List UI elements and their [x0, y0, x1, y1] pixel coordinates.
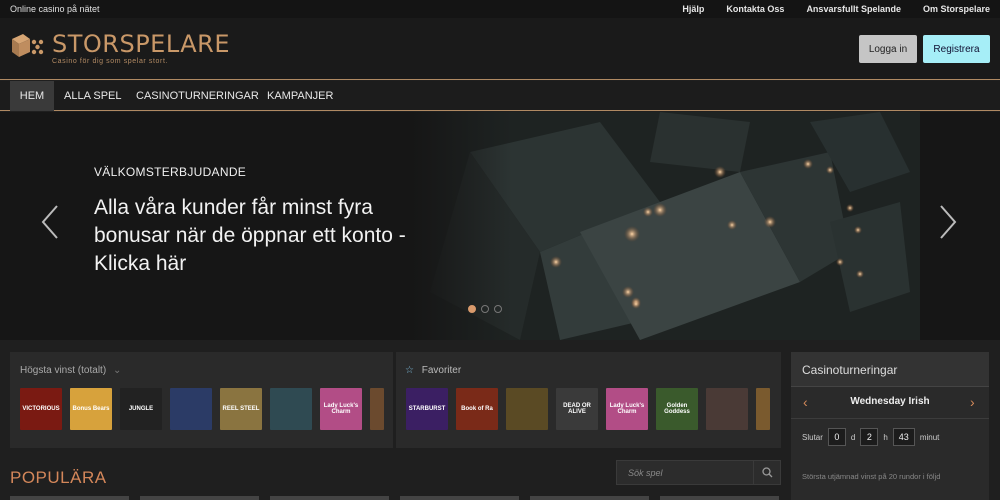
- minutes-unit: minut: [919, 432, 940, 442]
- hero-title[interactable]: Alla våra kunder får minst fyra bonusar …: [94, 194, 414, 278]
- tournament-widget-title: Casinoturneringar: [791, 352, 989, 387]
- nav-item-home[interactable]: HEM: [10, 81, 54, 111]
- chevron-right-icon[interactable]: ›: [970, 394, 975, 410]
- top-wins-title-text: Högsta vinst (totalt): [20, 365, 107, 376]
- top-wins-games: VICTORIOUS Bonus Bears JUNGLE REEL STEEL Lad…: [20, 388, 384, 430]
- favorites-panel: ☆ Favoriter STARBURST Book of Ra DEAD OR A…: [396, 352, 781, 448]
- chevron-right-icon[interactable]: [938, 204, 958, 240]
- carousel-dots: [468, 305, 502, 313]
- game-tile-edge: [660, 496, 779, 500]
- site-tagline: Online casino på nätet: [10, 4, 100, 14]
- top-links: Hjälp Kontakta Oss Ansvarsfullt Spelande…: [660, 4, 990, 14]
- search-input[interactable]: [617, 461, 753, 484]
- game-thumbnail[interactable]: [706, 388, 748, 430]
- search-icon[interactable]: [753, 461, 781, 484]
- about-link[interactable]: Om Storspelare: [923, 4, 990, 14]
- carousel-dot-1[interactable]: [468, 305, 476, 313]
- hours-unit: h: [883, 432, 888, 442]
- tournament-widget: Casinoturneringar ‹ Wednesday Irish › Sl…: [791, 352, 989, 500]
- logo-tagline: Casino för dig som spelar stort.: [52, 58, 169, 65]
- carousel-dot-2[interactable]: [481, 305, 489, 313]
- days-unit: d: [850, 432, 856, 442]
- game-thumbnail[interactable]: DEAD OR ALIVE: [556, 388, 598, 430]
- game-tile-edge: [270, 496, 389, 500]
- hero-kicker: VÄLKOMSTERBJUDANDE: [94, 165, 247, 179]
- nav-item-all-games[interactable]: ALLA SPEL: [64, 81, 122, 111]
- carousel-dot-3[interactable]: [494, 305, 502, 313]
- favorites-title: ☆ Favoriter: [405, 365, 461, 376]
- nav-item-tournaments[interactable]: CASINOTURNERINGAR: [136, 81, 259, 111]
- favorites-title-text: Favoriter: [421, 365, 462, 376]
- chevron-down-icon[interactable]: ⌄: [113, 365, 121, 376]
- game-thumbnail[interactable]: VICTORIOUS: [20, 388, 62, 430]
- dice-logo-icon[interactable]: [10, 30, 46, 60]
- top-wins-panel: Högsta vinst (totalt) ⌄ VICTORIOUS Bonus …: [10, 352, 393, 448]
- contact-link[interactable]: Kontakta Oss: [726, 4, 784, 14]
- game-thumbnail[interactable]: Golden Goddess: [656, 388, 698, 430]
- star-icon: ☆: [405, 365, 414, 376]
- game-thumbnail[interactable]: [756, 388, 770, 430]
- countdown-hours: 2: [860, 428, 879, 446]
- nav-item-campaigns[interactable]: KAMPANJER: [267, 81, 333, 111]
- game-thumbnail[interactable]: [270, 388, 312, 430]
- login-button[interactable]: Logga in: [859, 35, 917, 63]
- game-thumbnail[interactable]: REEL STEEL: [220, 388, 262, 430]
- game-search: [616, 460, 781, 485]
- responsible-gaming-link[interactable]: Ansvarsfullt Spelande: [806, 4, 901, 14]
- game-thumbnail[interactable]: Book of Ra: [456, 388, 498, 430]
- game-tile-edge: [10, 496, 129, 500]
- game-tile-edge: [530, 496, 649, 500]
- site-header: STORSPELARE Casino för dig som spelar st…: [0, 18, 1000, 80]
- tournament-countdown: Slutar 0 d 2 h 43 minut: [802, 428, 939, 446]
- countdown-minutes: 43: [892, 428, 915, 446]
- popular-heading: POPULÄRA: [10, 468, 107, 487]
- game-thumbnail[interactable]: JUNGLE: [120, 388, 162, 430]
- game-thumbnail[interactable]: [506, 388, 548, 430]
- logo-wordmark[interactable]: STORSPELARE: [52, 30, 230, 58]
- top-wins-title: Högsta vinst (totalt) ⌄: [20, 365, 121, 376]
- game-thumbnail[interactable]: [370, 388, 384, 430]
- tournament-description: Största utjämnad vinst på 20 rundor i fö…: [802, 472, 941, 481]
- game-tile-edge: [400, 496, 519, 500]
- game-tile-edge: [140, 496, 259, 500]
- game-thumbnail[interactable]: Lady Luck's Charm: [320, 388, 362, 430]
- main-nav: HEM ALLA SPEL CASINOTURNERINGAR KAMPANJE…: [0, 81, 1000, 111]
- game-thumbnail[interactable]: Lady Luck's Charm: [606, 388, 648, 430]
- tournament-selector: ‹ Wednesday Irish ›: [791, 387, 989, 419]
- top-utility-bar: Online casino på nätet Hjälp Kontakta Os…: [0, 0, 1000, 18]
- chevron-left-icon[interactable]: [40, 204, 60, 240]
- favorites-games: STARBURST Book of Ra DEAD OR ALIVE Lady Luc…: [406, 388, 770, 430]
- register-button[interactable]: Registrera: [923, 35, 990, 63]
- ends-label: Slutar: [802, 432, 823, 442]
- game-thumbnail[interactable]: Bonus Bears: [70, 388, 112, 430]
- help-link[interactable]: Hjälp: [682, 4, 704, 14]
- tournament-name[interactable]: Wednesday Irish: [791, 396, 989, 407]
- game-thumbnail[interactable]: [170, 388, 212, 430]
- hero-carousel: VÄLKOMSTERBJUDANDE Alla våra kunder får …: [0, 112, 1000, 340]
- game-thumbnail[interactable]: STARBURST: [406, 388, 448, 430]
- countdown-days: 0: [827, 428, 846, 446]
